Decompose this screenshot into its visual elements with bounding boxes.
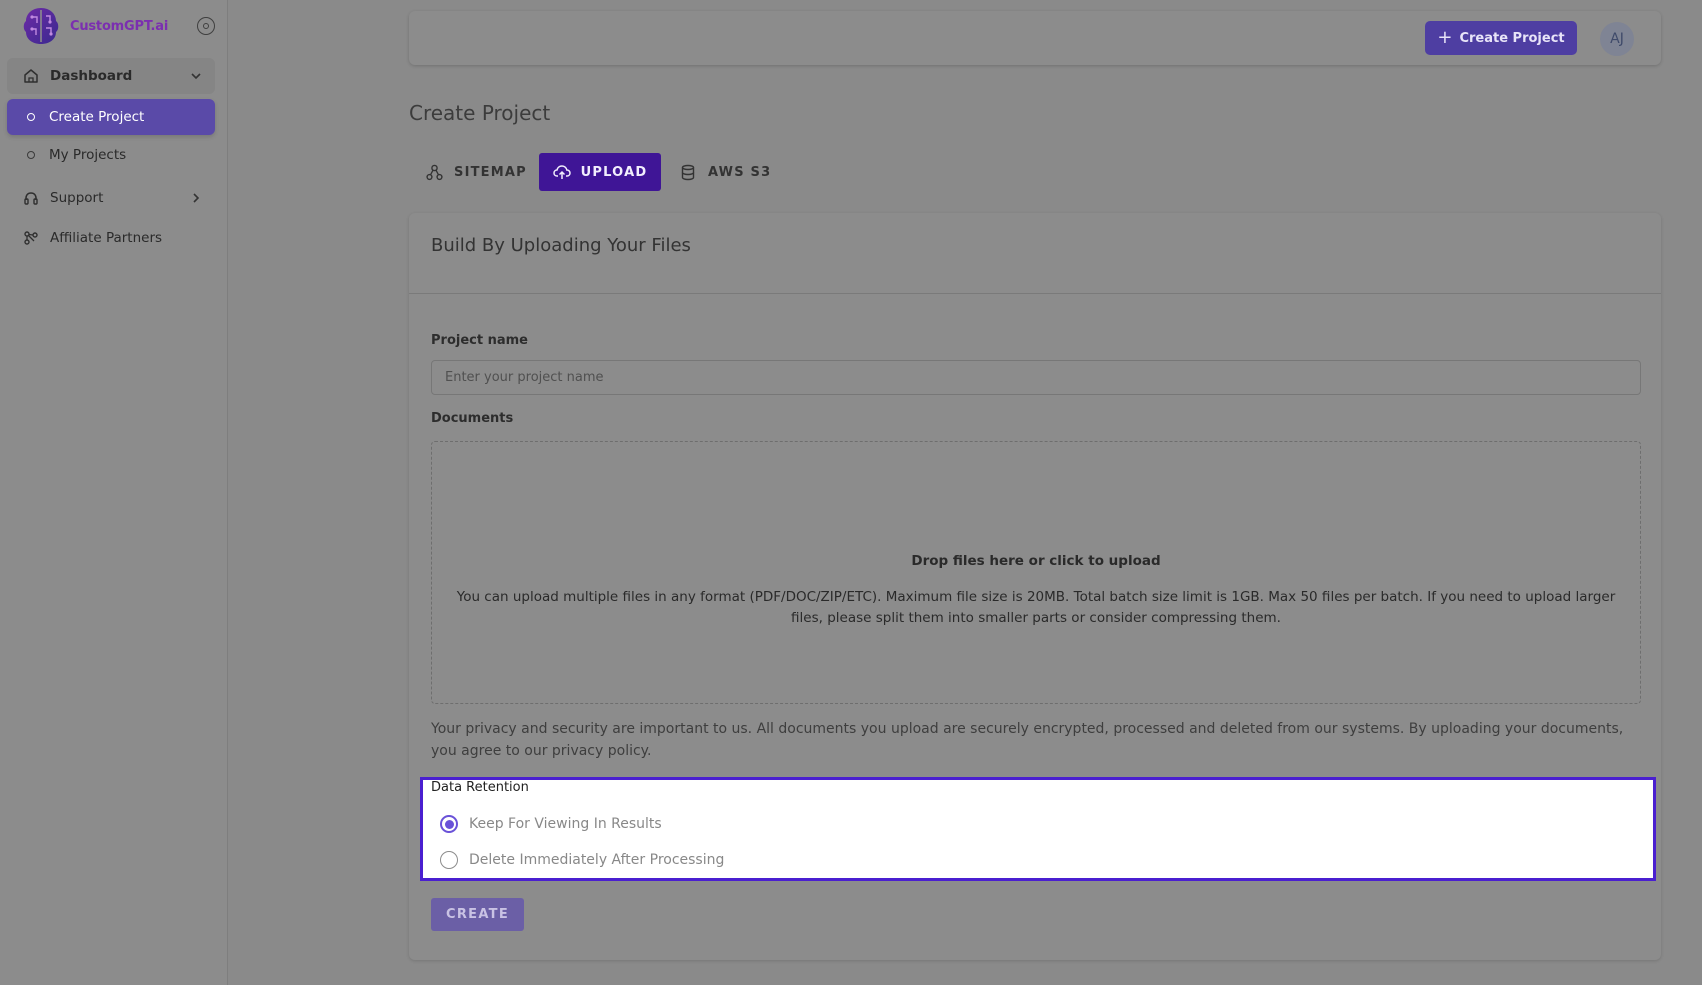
- privacy-notice: Your privacy and security are important …: [431, 721, 1624, 759]
- data-retention-section: Data Retention Keep For Viewing In Resul…: [420, 777, 1656, 881]
- sidebar-item-label: Create Project: [49, 109, 145, 125]
- circle-bullet-icon: [27, 151, 35, 159]
- project-name-label: Project name: [431, 333, 528, 348]
- retention-option-keep[interactable]: Keep For Viewing In Results: [440, 815, 662, 833]
- project-name-input[interactable]: [431, 360, 1641, 395]
- sidebar-item-create-project[interactable]: Create Project: [7, 99, 215, 135]
- sidebar-collapse-button[interactable]: [197, 17, 215, 35]
- page-title: Create Project: [409, 101, 551, 125]
- chevron-down-icon: [191, 73, 201, 80]
- sidebar-item-support[interactable]: Support: [7, 180, 215, 216]
- sidebar-item-label: Dashboard: [50, 68, 133, 84]
- tab-aws-s3[interactable]: AWS S3: [680, 153, 771, 191]
- sidebar-item-affiliate-partners[interactable]: Affiliate Partners: [7, 220, 215, 256]
- circle-bullet-icon: [27, 113, 35, 121]
- tab-upload[interactable]: UPLOAD: [539, 153, 661, 191]
- sidebar-item-label: My Projects: [49, 147, 127, 163]
- brain-logo-icon: [23, 8, 59, 44]
- dropzone-description: You can upload multiple files in any for…: [456, 589, 1616, 626]
- tab-sitemap[interactable]: SITEMAP: [426, 153, 527, 191]
- radio-selected-icon[interactable]: [440, 815, 458, 833]
- brand-name: CustomGPT.ai: [70, 18, 169, 34]
- collapse-dot-icon: [203, 23, 209, 29]
- sidebar-item-label: Affiliate Partners: [50, 230, 163, 246]
- create-project-button[interactable]: + Create Project: [1425, 21, 1577, 55]
- share-nodes-icon: [22, 229, 40, 247]
- sidebar: CustomGPT.ai Dashboard Create Project My…: [0, 0, 228, 985]
- create-button[interactable]: CREATE: [431, 898, 524, 931]
- user-avatar[interactable]: AJ: [1600, 22, 1634, 56]
- retention-option-label: Delete Immediately After Processing: [469, 852, 725, 868]
- home-icon: [22, 67, 40, 85]
- sitemap-icon: [426, 163, 444, 181]
- dropzone-title: Drop files here or click to upload: [911, 553, 1161, 569]
- cloud-upload-icon: [552, 163, 571, 181]
- tab-label: SITEMAP: [454, 164, 527, 180]
- radio-unselected-icon[interactable]: [440, 851, 458, 869]
- tab-label: UPLOAD: [580, 164, 648, 180]
- divider: [409, 293, 1661, 294]
- data-retention-title: Data Retention: [431, 780, 529, 795]
- plus-icon: +: [1437, 27, 1453, 48]
- chevron-right-icon: [193, 193, 200, 203]
- tab-label: AWS S3: [708, 164, 772, 180]
- retention-option-delete[interactable]: Delete Immediately After Processing: [440, 851, 724, 869]
- retention-option-label: Keep For Viewing In Results: [469, 816, 662, 832]
- card-title: Build By Uploading Your Files: [431, 235, 691, 256]
- headset-icon: [22, 189, 40, 207]
- documents-label: Documents: [431, 411, 514, 426]
- brand-logo[interactable]: CustomGPT.ai: [20, 5, 215, 47]
- file-dropzone[interactable]: Drop files here or click to upload You c…: [431, 441, 1641, 704]
- sidebar-item-dashboard[interactable]: Dashboard: [7, 58, 215, 94]
- sidebar-item-my-projects[interactable]: My Projects: [7, 137, 215, 173]
- sidebar-item-label: Support: [50, 190, 104, 206]
- database-icon: [680, 163, 698, 181]
- radio-dot: [444, 819, 454, 829]
- create-project-button-label: Create Project: [1459, 30, 1565, 46]
